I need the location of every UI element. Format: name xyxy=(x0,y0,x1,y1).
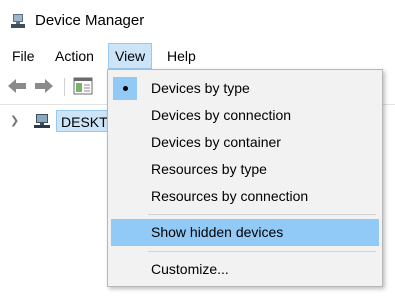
menu-item-label: Devices by connection xyxy=(151,107,292,123)
toolbar-separator xyxy=(64,78,65,96)
menu-item-customize[interactable]: Customize... xyxy=(111,256,379,283)
radio-bullet-icon xyxy=(123,86,128,91)
menu-separator xyxy=(148,214,376,215)
menu-separator xyxy=(148,251,376,252)
computer-icon xyxy=(34,114,50,128)
menu-item-devices-by-container[interactable]: Devices by container xyxy=(111,129,379,156)
menu-item-label: Devices by type xyxy=(151,80,250,96)
properties-icon[interactable] xyxy=(72,77,94,95)
menu-item-label: Devices by container xyxy=(151,134,281,150)
back-arrow-icon[interactable] xyxy=(6,77,28,95)
title-bar: Device Manager xyxy=(0,0,395,40)
menu-bar: File Action View Help xyxy=(0,43,395,69)
menu-item-label: Resources by connection xyxy=(151,188,309,204)
menu-item-label: Show hidden devices xyxy=(151,224,284,240)
menu-item-devices-by-connection[interactable]: Devices by connection xyxy=(111,102,379,129)
view-dropdown-menu: Devices by type Devices by connection De… xyxy=(107,69,383,287)
menu-item-resources-by-type[interactable]: Resources by type xyxy=(111,156,379,183)
menu-item-label: Resources by type xyxy=(151,161,267,177)
forward-arrow-icon[interactable] xyxy=(33,77,55,95)
menu-item-label: Customize... xyxy=(151,261,229,277)
menu-file[interactable]: File xyxy=(6,43,41,69)
menu-action[interactable]: Action xyxy=(49,43,100,69)
menu-item-show-hidden-devices[interactable]: Show hidden devices xyxy=(111,219,379,246)
menu-item-devices-by-type[interactable]: Devices by type xyxy=(111,75,379,102)
window-title: Device Manager xyxy=(35,12,145,29)
device-manager-icon xyxy=(11,14,25,28)
menu-view[interactable]: View xyxy=(108,43,153,69)
checked-indicator xyxy=(113,77,137,100)
expand-chevron-icon[interactable]: ❯ xyxy=(10,114,19,127)
menu-item-resources-by-connection[interactable]: Resources by connection xyxy=(111,183,379,210)
menu-help[interactable]: Help xyxy=(161,43,202,69)
